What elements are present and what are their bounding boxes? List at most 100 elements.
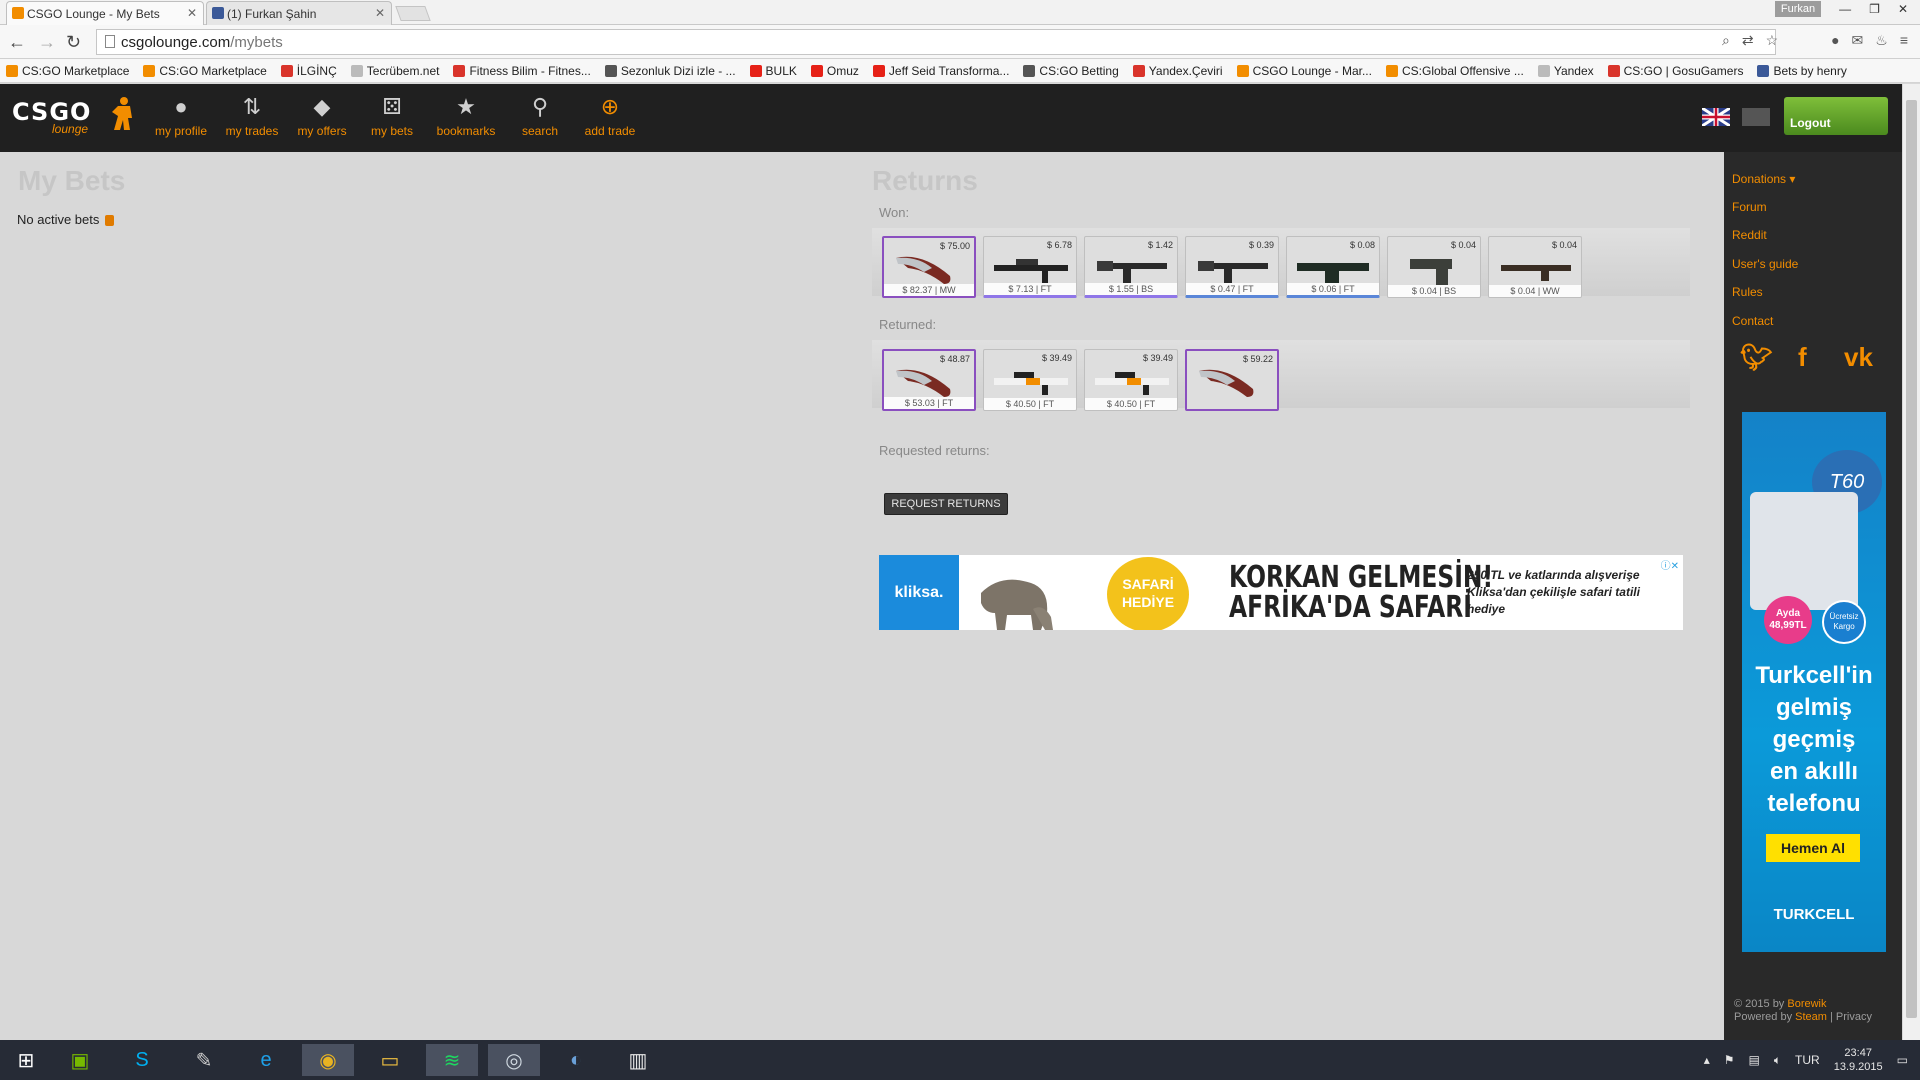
back-icon[interactable]: ← <box>8 32 26 53</box>
bookmark-item[interactable]: CS:GO | GosuGamers <box>1607 64 1743 78</box>
request-returns-button[interactable]: REQUEST RETURNS <box>884 493 1008 515</box>
mail-icon[interactable]: ✉ <box>1852 32 1864 49</box>
sidebar-reddit[interactable]: Reddit <box>1732 228 1767 242</box>
browser-tab-bar: CSGO Lounge - My Bets ✕ (1) Furkan Şahin… <box>0 0 1920 25</box>
bookmark-favicon-icon <box>749 64 762 77</box>
close-tab-icon[interactable]: ✕ <box>375 6 385 20</box>
bookmark-item[interactable]: Yandex <box>1537 64 1594 78</box>
item-card[interactable]: $ 0.04 $ 0.04 | BS <box>1387 236 1481 298</box>
close-tab-icon[interactable]: ✕ <box>187 6 197 20</box>
item-card[interactable]: $ 0.08 $ 0.06 | FT <box>1286 236 1380 298</box>
bookmark-item[interactable]: Tecrübem.net <box>350 64 439 78</box>
reload-icon[interactable]: ↻ <box>66 32 81 53</box>
sidebar-ad[interactable]: T60 Ayda 48,99TL Ücretsiz Kargo Turkcell… <box>1742 412 1886 952</box>
notifications-icon[interactable]: ▭ <box>1897 1053 1908 1067</box>
network-icon[interactable]: ▤ <box>1749 1053 1760 1067</box>
twitter-icon[interactable]: 🐦︎ <box>1740 342 1773 373</box>
new-tab-button[interactable] <box>395 6 431 21</box>
vk-icon[interactable]: vk <box>1844 342 1873 373</box>
bookmark-item[interactable]: Fitness Bilim - Fitnes... <box>453 64 591 78</box>
steam-icon[interactable]: ◎ <box>488 1044 540 1076</box>
bookmark-item[interactable]: CS:GO Marketplace <box>143 64 267 78</box>
nav-my-trades[interactable]: ⇅ my trades <box>220 94 284 138</box>
facebook-icon[interactable]: f <box>1798 342 1807 373</box>
tray-arrow-icon[interactable]: ▴ <box>1704 1053 1710 1067</box>
bookmark-favicon-icon <box>1607 64 1620 77</box>
language-indicator[interactable]: TUR <box>1795 1053 1820 1067</box>
item-card[interactable]: $ 39.49 $ 40.50 | FT <box>1084 349 1178 411</box>
bookmark-item[interactable]: Jeff Seid Transforma... <box>872 64 1009 78</box>
restore-icon[interactable]: ❐ <box>1869 2 1880 16</box>
sidebar-donations[interactable]: Donations ▾ <box>1732 172 1795 186</box>
item-card[interactable]: $ 6.78 $ 7.13 | FT <box>983 236 1077 298</box>
close-window-icon[interactable]: ✕ <box>1898 2 1908 16</box>
ad-close-icon[interactable]: ⓘ✕ <box>1661 557 1679 572</box>
page-scrollbar[interactable] <box>1902 84 1920 1040</box>
chrome-icon[interactable]: ◉ <box>302 1044 354 1076</box>
item-card[interactable]: $ 39.49 $ 40.50 | FT <box>983 349 1077 411</box>
translate-icon[interactable]: ⇄ <box>1742 32 1754 49</box>
forward-icon[interactable]: → <box>38 32 56 53</box>
skype-icon[interactable]: S <box>116 1044 168 1076</box>
bookmark-item[interactable]: Yandex.Çeviri <box>1132 64 1223 78</box>
bookmark-item[interactable]: CSGO Lounge - Mar... <box>1236 64 1372 78</box>
scrollbar-thumb[interactable] <box>1906 100 1917 1018</box>
item-card[interactable]: $ 48.87 $ 53.03 | FT <box>882 349 976 411</box>
info-icon[interactable] <box>105 215 114 227</box>
site-header: CSGO lounge ● my profile ⇅ my trades ◆ my o… <box>0 84 1902 152</box>
uk-flag-icon[interactable] <box>1701 106 1731 128</box>
sidebar-rules[interactable]: Rules <box>1732 285 1763 299</box>
zoom-icon[interactable]: ⌕ <box>1722 32 1730 49</box>
flag-icon[interactable]: ⚑ <box>1724 1053 1735 1067</box>
tab-csgo-lounge[interactable]: CSGO Lounge - My Bets ✕ <box>6 1 204 25</box>
bookmark-star-icon[interactable]: ☆ <box>1766 32 1779 49</box>
item-card[interactable]: $ 0.04 $ 0.04 | WW <box>1488 236 1582 298</box>
adblock-icon[interactable]: ● <box>1831 32 1839 49</box>
nav-search[interactable]: ⚲ search <box>508 94 572 138</box>
item-card[interactable]: $ 0.39 $ 0.47 | FT <box>1185 236 1279 298</box>
flame-icon[interactable]: ♨ <box>1875 32 1888 49</box>
sidebar-contact[interactable]: Contact <box>1732 314 1773 328</box>
tab-facebook[interactable]: (1) Furkan Şahin ✕ <box>206 1 392 25</box>
nvidia-icon[interactable]: ▣ <box>54 1044 106 1076</box>
privacy-link[interactable]: | Privacy <box>1830 1011 1872 1023</box>
spotify-icon[interactable]: ≋ <box>426 1044 478 1076</box>
clock[interactable]: 23:47 13.9.2015 <box>1834 1046 1883 1074</box>
nav-bookmarks[interactable]: ★ bookmarks <box>434 94 498 138</box>
nav-add-trade[interactable]: ⊕ add trade <box>578 94 642 138</box>
window-controls: Furkan — ❐ ✕ <box>1774 0 1920 18</box>
minimize-icon[interactable]: — <box>1839 2 1851 16</box>
logout-button[interactable]: Logout <box>1784 97 1888 135</box>
language-flag-icon[interactable] <box>1742 108 1770 126</box>
author-link[interactable]: Borewik <box>1787 998 1826 1010</box>
url-input[interactable]: csgolounge.com/mybets <box>96 29 1776 55</box>
bookmark-item[interactable]: CS:GO Marketplace <box>6 64 129 78</box>
windows-start-icon[interactable]: ⊞ <box>0 1044 52 1076</box>
item-card[interactable]: $ 59.22 <box>1185 349 1279 411</box>
menu-icon[interactable]: ≡ <box>1900 32 1908 49</box>
sidebar-forum[interactable]: Forum <box>1732 200 1767 214</box>
profile-chip[interactable]: Furkan <box>1774 1 1822 17</box>
ie-icon[interactable]: e <box>240 1044 292 1076</box>
explorer-icon[interactable]: ▭ <box>364 1044 416 1076</box>
bookmark-item[interactable]: İLGİNÇ <box>280 64 337 78</box>
nav-my-offers[interactable]: ◆ my offers <box>290 94 354 138</box>
teamspeak-icon[interactable]: ◐ <box>550 1044 602 1076</box>
item-card[interactable]: $ 1.42 $ 1.55 | BS <box>1084 236 1178 298</box>
item-card[interactable]: $ 75.00 $ 82.37 | MW <box>882 236 976 298</box>
app-icon[interactable]: ▥ <box>612 1044 664 1076</box>
bookmark-item[interactable]: Omuz <box>810 64 859 78</box>
bookmark-item[interactable]: Sezonluk Dizi izle - ... <box>604 64 736 78</box>
banner-ad[interactable]: kliksa. SAFARİ HEDİYE KORKAN GELMESİN! A… <box>879 555 1683 630</box>
nav-my-bets[interactable]: ⚄ my bets <box>360 94 424 138</box>
bookmark-item[interactable]: CS:GO Betting <box>1023 64 1119 78</box>
buy-now-button[interactable]: Hemen Al <box>1766 834 1860 862</box>
paint-icon[interactable]: ✎ <box>178 1044 230 1076</box>
bookmark-item[interactable]: Bets by henry <box>1757 64 1847 78</box>
steam-link[interactable]: Steam <box>1795 1011 1827 1023</box>
bookmark-item[interactable]: BULK <box>749 64 797 78</box>
bookmark-item[interactable]: CS:Global Offensive ... <box>1385 64 1524 78</box>
nav-my-profile[interactable]: ● my profile <box>149 94 213 138</box>
sidebar-users-guide[interactable]: User's guide <box>1732 257 1798 271</box>
volume-icon[interactable]: 🔈︎ <box>1774 1053 1781 1068</box>
